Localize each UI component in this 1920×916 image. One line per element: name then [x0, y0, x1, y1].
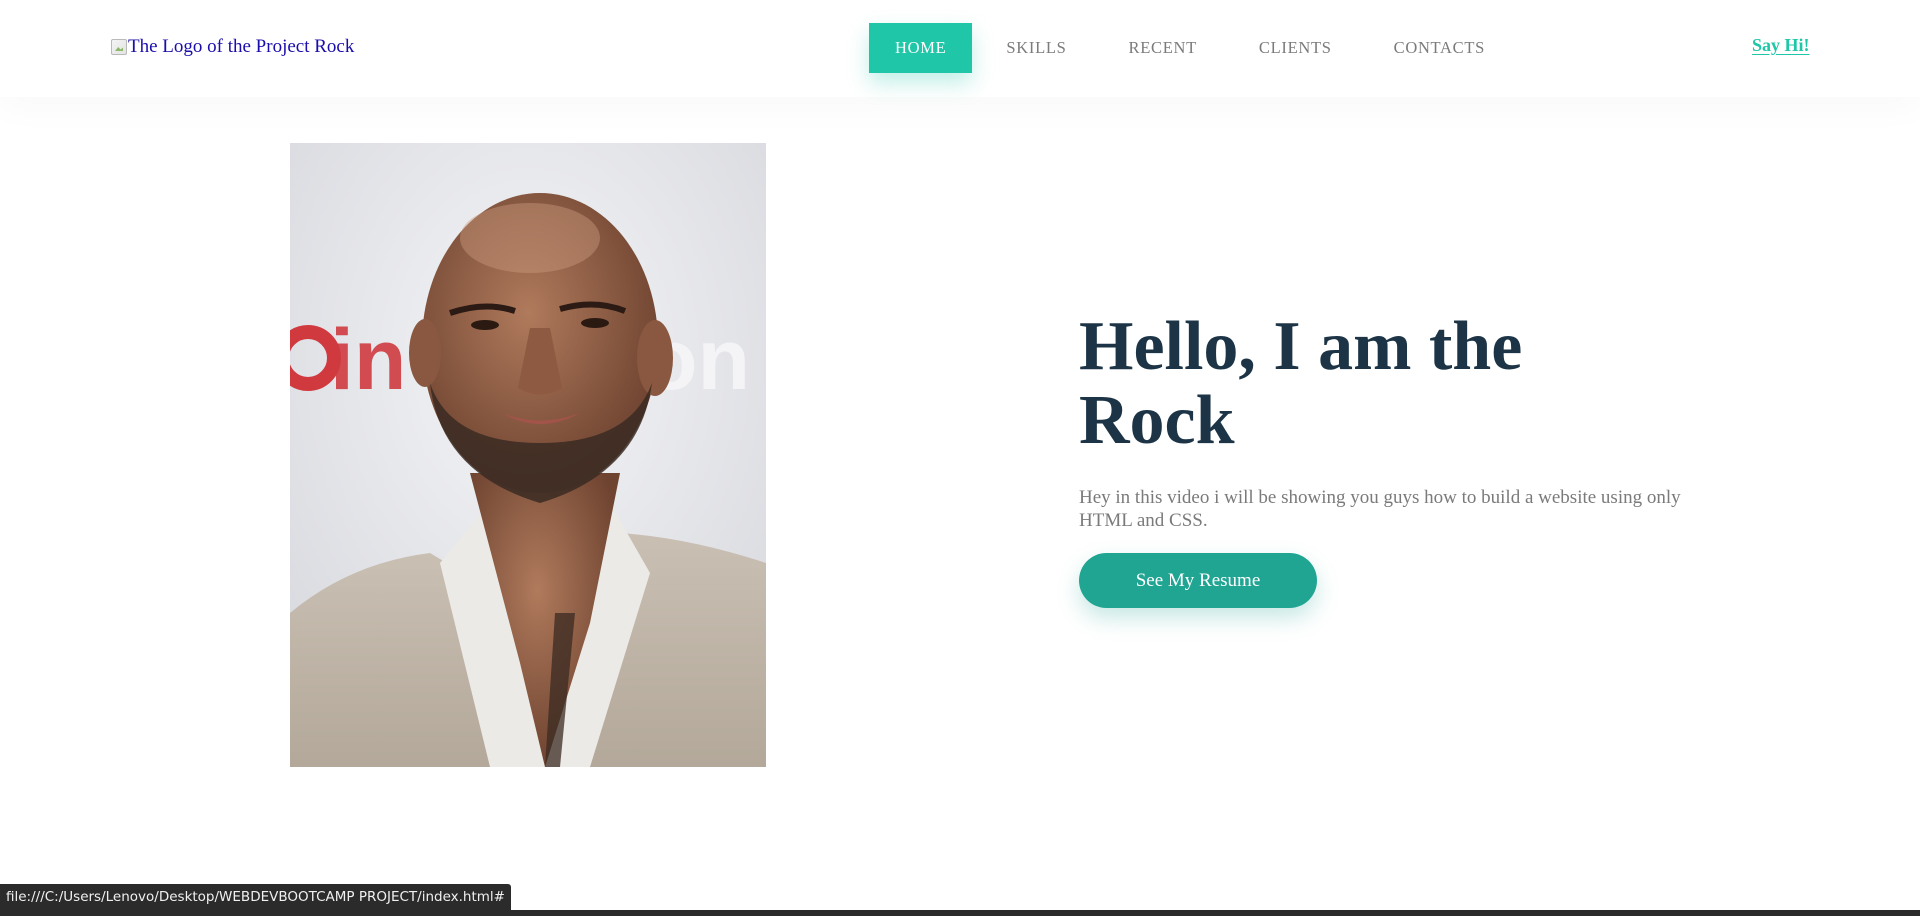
nav-skills[interactable]: SKILLS: [980, 23, 1092, 73]
hero-portrait-photo: in on: [290, 143, 766, 767]
say-hi-link[interactable]: Say Hi!: [1752, 35, 1810, 56]
site-header: The Logo of the Project Rock HOME SKILLS…: [0, 0, 1920, 97]
portrait-illustration: in on: [290, 143, 766, 767]
main-nav: HOME SKILLS RECENT CLIENTS CONTACTS: [869, 23, 1511, 73]
nav-contacts[interactable]: CONTACTS: [1368, 23, 1511, 73]
browser-status-bar: file:///C:/Users/Lenovo/Desktop/WEBDEVBO…: [0, 884, 511, 910]
logo-link[interactable]: The Logo of the Project Rock: [111, 36, 354, 58]
svg-text:in: in: [330, 312, 406, 408]
nav-home[interactable]: HOME: [869, 23, 973, 73]
broken-image-icon: [111, 39, 127, 55]
see-resume-button[interactable]: See My Resume: [1079, 553, 1317, 608]
hero-description: Hey in this video i will be showing you …: [1079, 487, 1681, 531]
hero-section: Hello, I am the Rock Hey in this video i…: [1079, 310, 1719, 608]
hero-title: Hello, I am the Rock: [1079, 308, 1523, 459]
status-url: file:///C:/Users/Lenovo/Desktop/WEBDEVBO…: [6, 889, 505, 905]
nav-clients[interactable]: CLIENTS: [1233, 23, 1358, 73]
logo-alt-text: The Logo of the Project Rock: [128, 36, 355, 57]
bottom-edge-bar: [0, 910, 1920, 916]
nav-recent[interactable]: RECENT: [1103, 23, 1223, 73]
